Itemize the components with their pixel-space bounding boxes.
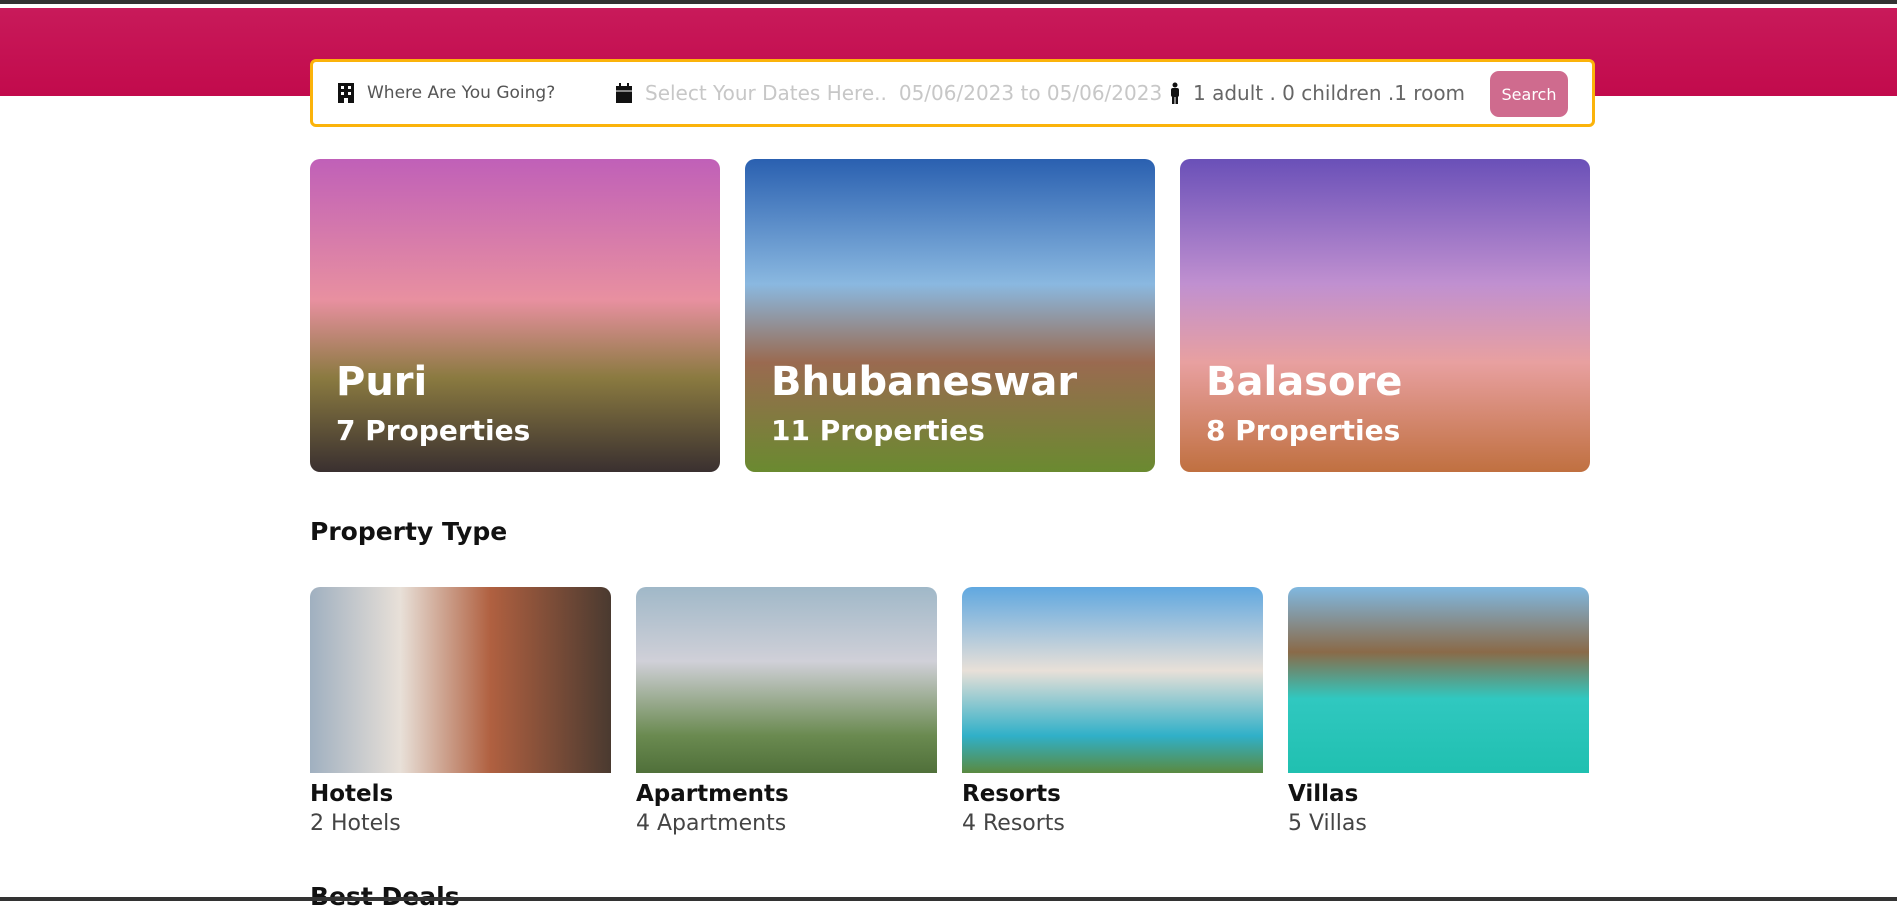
city-properties: 11 Properties	[771, 414, 985, 447]
city-name: Puri	[336, 359, 428, 405]
property-image	[310, 587, 611, 773]
property-title: Apartments	[636, 781, 789, 807]
dates-placeholder: Select Your Dates Here..	[645, 81, 887, 105]
property-count: 4 Resorts	[962, 811, 1065, 836]
property-count: 4 Apartments	[636, 811, 787, 836]
property-count: 5 Villas	[1288, 811, 1367, 836]
property-image	[1288, 587, 1589, 773]
property-title: Villas	[1288, 781, 1359, 807]
search-bar: Where Are You Going? Select Your Dates H…	[310, 59, 1595, 127]
property-card-hotels[interactable]: Hotels 2 Hotels	[310, 587, 611, 836]
occupancy-text: 1 adult . 0 children .1 room	[1193, 81, 1466, 105]
city-properties: 7 Properties	[336, 414, 531, 447]
occupancy-field[interactable]: 1 adult . 0 children .1 room	[1169, 81, 1465, 105]
dates-field[interactable]: Select Your Dates Here.. 05/06/2023 to 0…	[615, 81, 1162, 105]
city-properties: 8 Properties	[1206, 414, 1401, 447]
city-name: Bhubaneswar	[771, 359, 1078, 405]
city-card-bhubaneswar[interactable]: Bhubaneswar 11 Properties	[745, 159, 1155, 472]
window-bottom-border	[0, 897, 1897, 901]
property-card-villas[interactable]: Villas 5 Villas	[1288, 587, 1589, 836]
property-type-heading: Property Type	[310, 517, 508, 546]
calendar-icon	[616, 83, 632, 103]
person-icon	[1171, 82, 1179, 104]
city-card-puri[interactable]: Puri 7 Properties	[310, 159, 720, 472]
property-card-resorts[interactable]: Resorts 4 Resorts	[962, 587, 1263, 836]
destination-field[interactable]: Where Are You Going?	[337, 82, 555, 104]
property-card-apartments[interactable]: Apartments 4 Apartments	[636, 587, 937, 836]
property-title: Hotels	[310, 781, 394, 807]
property-count: 2 Hotels	[310, 811, 401, 836]
search-button[interactable]: Search	[1490, 71, 1568, 117]
property-image	[636, 587, 937, 773]
city-name: Balasore	[1206, 359, 1403, 405]
dates-value: 05/06/2023 to 05/06/2023	[898, 81, 1163, 105]
city-card-balasore[interactable]: Balasore 8 Properties	[1180, 159, 1590, 472]
property-image	[962, 587, 1263, 773]
building-icon	[338, 83, 354, 103]
property-title: Resorts	[962, 781, 1061, 807]
destination-placeholder: Where Are You Going?	[367, 83, 556, 103]
